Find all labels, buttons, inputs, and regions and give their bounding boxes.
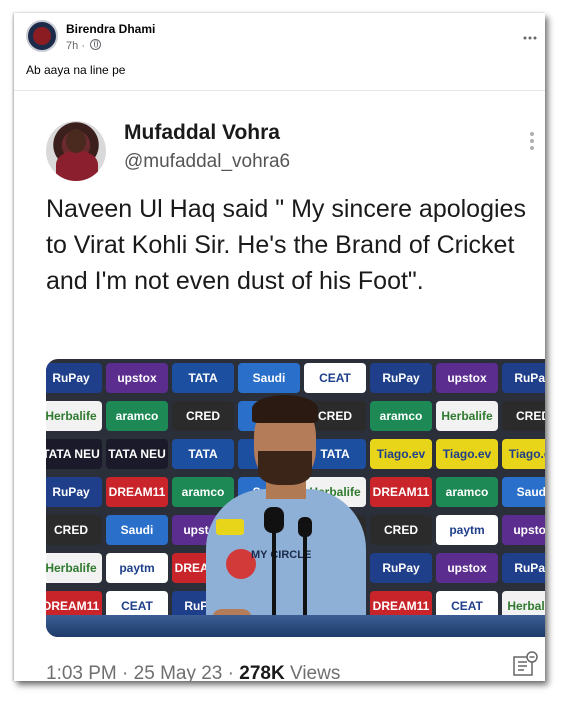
tweet-author-name: Mufaddal Vohra [124, 121, 280, 144]
sponsor-logo-herbalife: Herbalife [46, 401, 102, 431]
microphone [303, 535, 307, 621]
sponsor-logo-dream11: DREAM11 [106, 477, 168, 507]
sponsor-logo-rupay: RuPay [46, 363, 102, 393]
sponsor-logo-cred: CRED [370, 515, 432, 545]
sponsor-logo-upstox: upstox [106, 363, 168, 393]
tweet-author-handle: @mufaddal_vohra6 [124, 151, 291, 172]
vertical-ellipsis-icon [529, 131, 535, 151]
sponsor-logo-tiago: Tiago.ev [370, 439, 432, 469]
post-time[interactable]: 7h [66, 40, 78, 52]
author-avatar[interactable] [26, 20, 58, 52]
sponsor-logo-saudi: Saudi [238, 363, 300, 393]
sponsor-logo-rupay: RuPay [46, 477, 102, 507]
sponsor-logo-aramco: aramco [370, 401, 432, 431]
sponsor-logo-upstox: upstox [436, 553, 498, 583]
ellipsis-icon[interactable] [523, 27, 537, 43]
sponsor-logo-saudi: Saudi [502, 477, 545, 507]
sponsor-logo-rupay: RuPay [370, 363, 432, 393]
sponsor-logo-aramco: aramco [106, 401, 168, 431]
sponsor-logo-tiago: Tiago.ev [502, 439, 545, 469]
sponsor-logo-cred: CRED [502, 401, 545, 431]
sponsor-logo-paytm: paytm [436, 515, 498, 545]
meta-separator: · [81, 40, 85, 52]
tweet-author-avatar [46, 121, 106, 181]
tweet-date: 25 May 23 [133, 663, 223, 681]
analytics-icon [512, 651, 538, 677]
sponsor-logo-aramco: aramco [436, 477, 498, 507]
tweet-time: 1:03 PM [46, 663, 117, 681]
player-figure: MY CIRCLE [196, 395, 376, 637]
sponsor-logo-paytm: paytm [106, 553, 168, 583]
sponsor-logo-saudi: Saudi [106, 515, 168, 545]
sponsor-logo-dream11: DREAM11 [370, 477, 432, 507]
microphone [264, 507, 284, 533]
press-conference-photo[interactable]: RuPayupstoxTATASaudiCEATRuPayupstoxRuPay… [46, 359, 545, 637]
sponsor-logo-rupay: RuPay [502, 363, 545, 393]
microphone [272, 531, 276, 621]
sponsor-logo-tata: TATA [172, 363, 234, 393]
tweet-text: Naveen Ul Haq said " My sincere apologie… [46, 195, 526, 295]
sponsor-logo-tataneu: TATA NEU [46, 439, 102, 469]
globe-icon [90, 39, 102, 50]
views-label: Views [289, 663, 341, 681]
sponsor-logo-tataneu: TATA NEU [106, 439, 168, 469]
sponsor-logo-rupay: RuPay [370, 553, 432, 583]
sponsor-logo-cred: CRED [46, 515, 102, 545]
post-meta: 7h · [66, 39, 102, 52]
views-count: 278K [239, 663, 285, 681]
facebook-post-card: Birendra Dhami 7h · Ab aaya na line pe M… [14, 13, 545, 681]
sponsor-logo-upstox: upstox [436, 363, 498, 393]
author-name[interactable]: Birendra Dhami [66, 22, 155, 36]
sponsor-logo-ceat: CEAT [304, 363, 366, 393]
sponsor-logo-tiago: Tiago.ev [436, 439, 498, 469]
press-table [46, 615, 545, 637]
jersey-sponsor: MY CIRCLE [251, 549, 312, 561]
post-header: Birendra Dhami 7h · Ab aaya na line pe [14, 13, 545, 91]
sponsor-logo-herbalife: Herbalife [436, 401, 498, 431]
sponsor-logo-rupay: RuPay [502, 553, 545, 583]
post-caption: Ab aaya na line pe [26, 63, 126, 77]
sponsor-logo-upstox: upstox [502, 515, 545, 545]
tweet-footer: 1:03 PM · 25 May 23 · 278K Views [46, 663, 340, 681]
sponsor-logo-herbalife: Herbalife [46, 553, 102, 583]
microphone [298, 517, 312, 537]
tweet-screenshot: Mufaddal Vohra @mufaddal_vohra6 Naveen U… [14, 91, 545, 681]
